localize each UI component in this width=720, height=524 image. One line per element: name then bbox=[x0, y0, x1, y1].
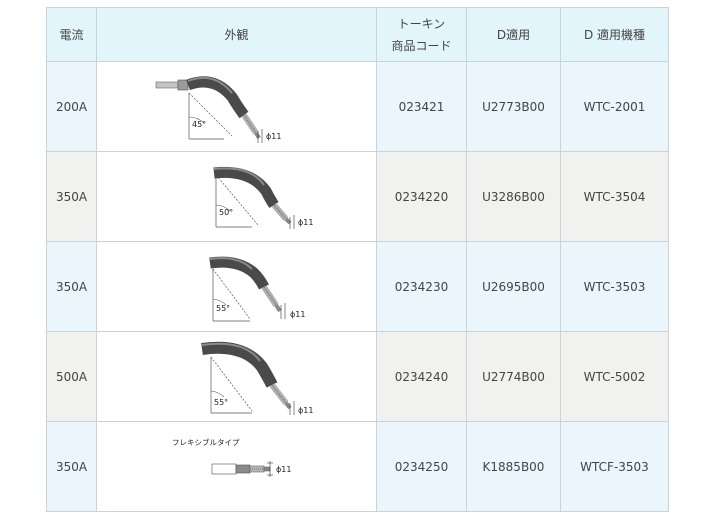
cell-current: 350A bbox=[46, 241, 97, 332]
bent-torch-neck-icon: 50° ϕ11 bbox=[212, 166, 313, 229]
col-header-current: 電流 bbox=[46, 7, 97, 62]
diameter-label: ϕ11 bbox=[298, 406, 313, 415]
cell-d-applicable: K1885B00 bbox=[466, 421, 561, 512]
table-row: 500A 55° ϕ11 0234240 U2774B00 WTC-5002 bbox=[46, 331, 669, 422]
cell-current: 350A bbox=[46, 151, 97, 242]
cell-d-applicable: U2773B00 bbox=[466, 61, 561, 152]
col-header-tokin-line2: 商品コード bbox=[391, 38, 452, 53]
cell-tokin-code: 0234240 bbox=[376, 331, 467, 422]
cell-tokin-code: 023421 bbox=[376, 61, 467, 152]
bent-torch-neck-icon: 45° ϕ11 bbox=[155, 76, 281, 143]
diameter-label: ϕ11 bbox=[298, 218, 313, 227]
cell-appearance: 50° ϕ11 bbox=[96, 151, 377, 242]
col-header-appearance: 外観 bbox=[96, 7, 377, 62]
cell-current: 500A bbox=[46, 331, 97, 422]
diameter-label: ϕ11 bbox=[266, 132, 281, 141]
cell-d-model: WTC-3503 bbox=[560, 241, 669, 332]
cell-appearance: 55° ϕ11 bbox=[96, 241, 377, 332]
cell-d-applicable: U2774B00 bbox=[466, 331, 561, 422]
table-row: 350A 50° ϕ11 0234220 U3286B00 WTC-3504 bbox=[46, 151, 669, 242]
table-header-row: 電流 外観 トーキン 商品コード D適用 D 適用機種 bbox=[46, 7, 669, 62]
cell-current: 200A bbox=[46, 61, 97, 152]
bent-torch-neck-icon: 55° ϕ11 bbox=[200, 341, 313, 415]
table-row: 350A フレキシブルタイプ ϕ11 0234250 K1885B00 WTCF… bbox=[46, 421, 669, 512]
diameter-label: ϕ11 bbox=[290, 310, 305, 319]
cell-d-model: WTCF-3503 bbox=[560, 421, 669, 512]
cell-d-model: WTC-5002 bbox=[560, 331, 669, 422]
angle-label: 55° bbox=[214, 398, 228, 407]
angle-label: 50° bbox=[219, 208, 233, 217]
cell-appearance: 45° ϕ11 bbox=[96, 61, 377, 152]
cell-tokin-code: 0234220 bbox=[376, 151, 467, 242]
table-row: 200A 45° ϕ11 023421 U2773B00 WTC-2001 bbox=[46, 61, 669, 152]
cell-tokin-code: 0234250 bbox=[376, 421, 467, 512]
cell-d-model: WTC-2001 bbox=[560, 61, 669, 152]
spec-table: 電流 外観 トーキン 商品コード D適用 D 適用機種 200A 45° ϕ11… bbox=[46, 7, 669, 512]
cell-appearance: 55° ϕ11 bbox=[96, 331, 377, 422]
bent-torch-neck-icon: 55° ϕ11 bbox=[208, 256, 305, 321]
cell-appearance: フレキシブルタイプ ϕ11 bbox=[96, 421, 377, 512]
cell-current: 350A bbox=[46, 421, 97, 512]
cell-d-applicable: U3286B00 bbox=[466, 151, 561, 242]
flexible-type-caption: フレキシブルタイプ bbox=[172, 437, 240, 447]
table-row: 350A 55° ϕ11 0234230 U2695B00 WTC-3503 bbox=[46, 241, 669, 332]
diameter-label: ϕ11 bbox=[276, 465, 291, 474]
angle-label: 55° bbox=[216, 304, 230, 313]
col-header-d-model: D 適用機種 bbox=[560, 7, 669, 62]
cell-tokin-code: 0234230 bbox=[376, 241, 467, 332]
cell-d-model: WTC-3504 bbox=[560, 151, 669, 242]
flexible-torch-neck-icon: フレキシブルタイプ ϕ11 bbox=[172, 437, 291, 477]
col-header-tokin-line1: トーキン bbox=[397, 16, 446, 31]
angle-label: 45° bbox=[192, 120, 206, 129]
col-header-d-applicable: D適用 bbox=[466, 7, 561, 62]
cell-d-applicable: U2695B00 bbox=[466, 241, 561, 332]
col-header-tokin-code: トーキン 商品コード bbox=[376, 7, 467, 62]
